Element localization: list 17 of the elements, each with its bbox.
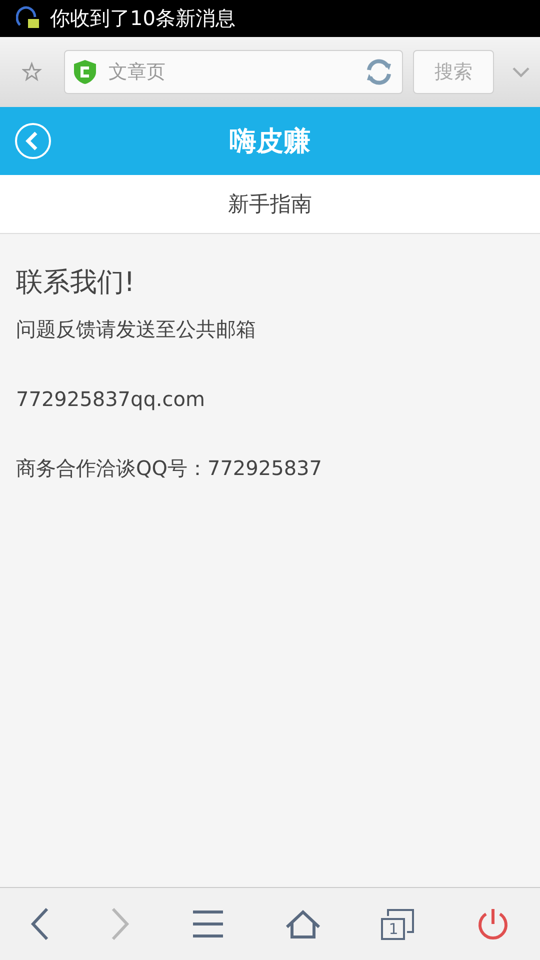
- contact-text: 问题反馈请发送至公共邮箱: [16, 316, 257, 343]
- back-icon[interactable]: [30, 907, 50, 941]
- contact-text: 商务合作洽谈QQ号：772925837: [16, 455, 324, 482]
- notification-text: 你收到了10条新消息: [50, 5, 236, 32]
- chevron-down-icon[interactable]: [512, 65, 530, 79]
- section-title: 新手指南: [228, 191, 312, 218]
- shield-icon: [72, 59, 96, 85]
- back-circle-icon[interactable]: [14, 122, 52, 160]
- menu-icon[interactable]: [190, 909, 225, 939]
- contact-text: 772925837qq.com: [16, 387, 206, 411]
- address-bar[interactable]: 文章页: [64, 50, 402, 94]
- power-icon[interactable]: [476, 907, 510, 941]
- home-icon[interactable]: [285, 909, 322, 939]
- tabs-button[interactable]: 1: [381, 908, 416, 940]
- contact-heading: 联系我们!: [16, 266, 136, 300]
- address-field[interactable]: 文章页: [106, 60, 354, 84]
- page-title: 嗨皮赚: [230, 125, 310, 159]
